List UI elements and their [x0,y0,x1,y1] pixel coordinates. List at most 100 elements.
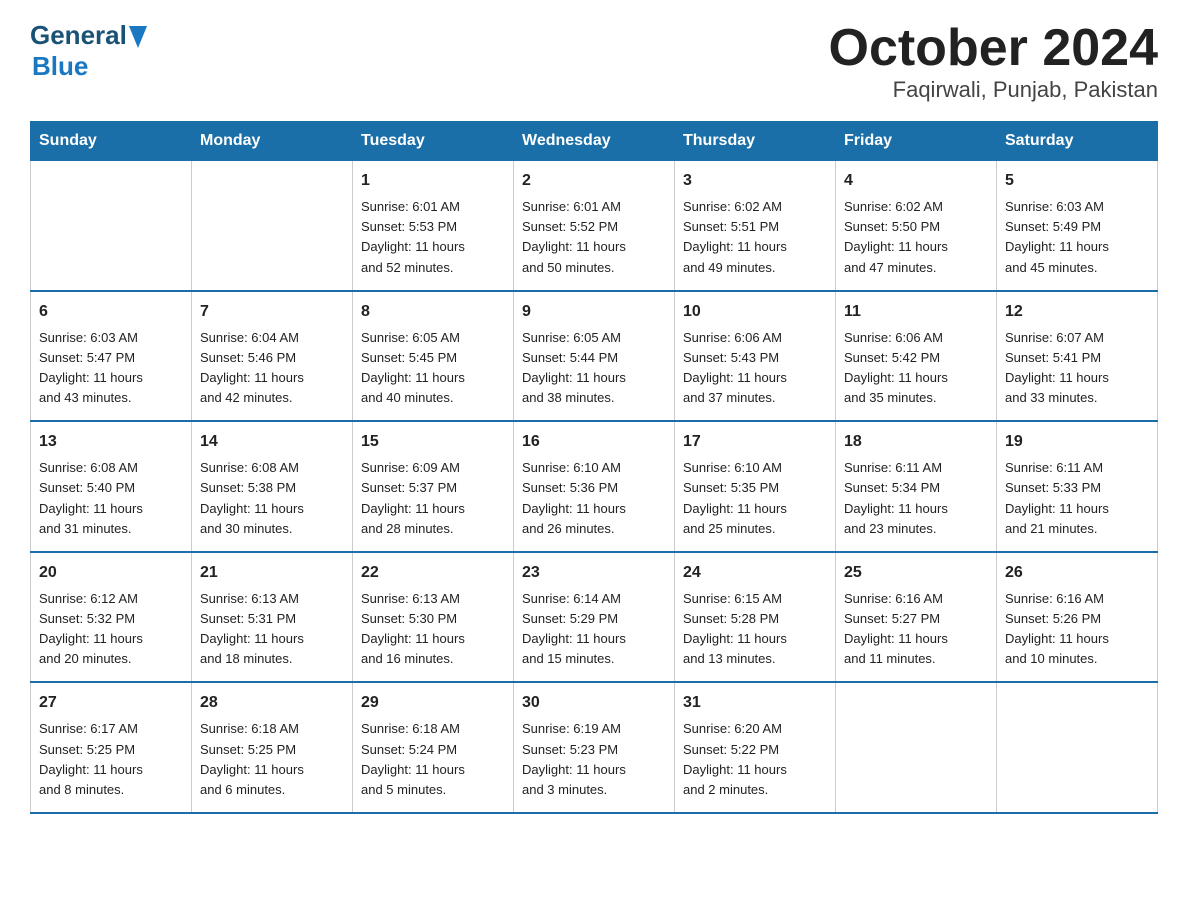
calendar-table: Sunday Monday Tuesday Wednesday Thursday… [30,121,1158,814]
day-number: 10 [683,300,827,324]
calendar-cell: 5 Sunrise: 6:03 AM Sunset: 5:49 PM Daylig… [997,161,1158,291]
day-number: 27 [39,691,183,715]
day-number: 8 [361,300,505,324]
day-number: 15 [361,430,505,454]
day-info: Sunrise: 6:01 AM Sunset: 5:53 PM Dayligh… [361,197,505,278]
day-info: Sunrise: 6:14 AM Sunset: 5:29 PM Dayligh… [522,589,666,670]
day-number: 17 [683,430,827,454]
calendar-cell: 22Sunrise: 6:13 AM Sunset: 5:30 PM Dayli… [353,552,514,683]
day-info: Sunrise: 6:16 AM Sunset: 5:27 PM Dayligh… [844,589,988,670]
day-number: 13 [39,430,183,454]
header-thursday: Thursday [675,122,836,161]
header-wednesday: Wednesday [514,122,675,161]
calendar-cell: 14Sunrise: 6:08 AM Sunset: 5:38 PM Dayli… [192,421,353,552]
calendar-cell [31,161,192,291]
day-info: Sunrise: 6:02 AM Sunset: 5:50 PM Dayligh… [844,197,988,278]
day-info: Sunrise: 6:05 AM Sunset: 5:44 PM Dayligh… [522,328,666,409]
day-info: Sunrise: 6:07 AM Sunset: 5:41 PM Dayligh… [1005,328,1149,409]
calendar-cell: 15 Sunrise: 6:09 AM Sunset: 5:37 PM Dayli… [353,421,514,552]
day-info: Sunrise: 6:13 AM Sunset: 5:31 PM Dayligh… [200,589,344,670]
calendar-title: October 2024 [829,20,1159,77]
day-number: 2 [522,169,666,193]
calendar-cell [997,682,1158,813]
calendar-cell: 25 Sunrise: 6:16 AM Sunset: 5:27 PM Dayli… [836,552,997,683]
calendar-week-row: 20 Sunrise: 6:12 AM Sunset: 5:32 PM Dayli… [31,552,1158,683]
calendar-cell: 7 Sunrise: 6:04 AM Sunset: 5:46 PM Daylig… [192,291,353,422]
day-info: Sunrise: 6:03 AM Sunset: 5:47 PM Dayligh… [39,328,183,409]
day-info: Sunrise: 6:10 AM Sunset: 5:36 PM Dayligh… [522,458,666,539]
day-number: 6 [39,300,183,324]
calendar-cell: 27 Sunrise: 6:17 AM Sunset: 5:25 PM Dayli… [31,682,192,813]
day-info: Sunrise: 6:19 AM Sunset: 5:23 PM Dayligh… [522,719,666,800]
calendar-header-row: Sunday Monday Tuesday Wednesday Thursday… [31,122,1158,161]
header-sunday: Sunday [31,122,192,161]
calendar-cell: 6 Sunrise: 6:03 AM Sunset: 5:47 PM Daylig… [31,291,192,422]
header-saturday: Saturday [997,122,1158,161]
day-number: 22 [361,561,505,585]
day-number: 4 [844,169,988,193]
calendar-cell: 21 Sunrise: 6:13 AM Sunset: 5:31 PM Dayli… [192,552,353,683]
calendar-cell: 28Sunrise: 6:18 AM Sunset: 5:25 PM Dayli… [192,682,353,813]
day-info: Sunrise: 6:17 AM Sunset: 5:25 PM Dayligh… [39,719,183,800]
header-monday: Monday [192,122,353,161]
calendar-week-row: 13 Sunrise: 6:08 AM Sunset: 5:40 PM Dayli… [31,421,1158,552]
day-number: 1 [361,169,505,193]
day-number: 30 [522,691,666,715]
calendar-cell: 1 Sunrise: 6:01 AM Sunset: 5:53 PM Daylig… [353,161,514,291]
day-number: 23 [522,561,666,585]
day-number: 9 [522,300,666,324]
calendar-week-row: 6 Sunrise: 6:03 AM Sunset: 5:47 PM Daylig… [31,291,1158,422]
day-number: 25 [844,561,988,585]
day-number: 5 [1005,169,1149,193]
calendar-cell: 24 Sunrise: 6:15 AM Sunset: 5:28 PM Dayli… [675,552,836,683]
day-info: Sunrise: 6:06 AM Sunset: 5:42 PM Dayligh… [844,328,988,409]
day-number: 21 [200,561,344,585]
day-info: Sunrise: 6:18 AM Sunset: 5:25 PM Dayligh… [200,719,344,800]
calendar-cell: 2 Sunrise: 6:01 AM Sunset: 5:52 PM Daylig… [514,161,675,291]
header-tuesday: Tuesday [353,122,514,161]
day-info: Sunrise: 6:09 AM Sunset: 5:37 PM Dayligh… [361,458,505,539]
day-info: Sunrise: 6:11 AM Sunset: 5:33 PM Dayligh… [1005,458,1149,539]
calendar-cell: 30 Sunrise: 6:19 AM Sunset: 5:23 PM Dayli… [514,682,675,813]
day-info: Sunrise: 6:18 AM Sunset: 5:24 PM Dayligh… [361,719,505,800]
day-info: Sunrise: 6:16 AM Sunset: 5:26 PM Dayligh… [1005,589,1149,670]
calendar-cell: 19 Sunrise: 6:11 AM Sunset: 5:33 PM Dayli… [997,421,1158,552]
day-number: 19 [1005,430,1149,454]
day-info: Sunrise: 6:05 AM Sunset: 5:45 PM Dayligh… [361,328,505,409]
calendar-cell: 16 Sunrise: 6:10 AM Sunset: 5:36 PM Dayli… [514,421,675,552]
day-number: 18 [844,430,988,454]
calendar-week-row: 27 Sunrise: 6:17 AM Sunset: 5:25 PM Dayli… [31,682,1158,813]
day-info: Sunrise: 6:08 AM Sunset: 5:40 PM Dayligh… [39,458,183,539]
day-info: Sunrise: 6:20 AM Sunset: 5:22 PM Dayligh… [683,719,827,800]
day-number: 20 [39,561,183,585]
day-number: 31 [683,691,827,715]
day-info: Sunrise: 6:15 AM Sunset: 5:28 PM Dayligh… [683,589,827,670]
day-number: 24 [683,561,827,585]
day-number: 11 [844,300,988,324]
calendar-cell: 3Sunrise: 6:02 AM Sunset: 5:51 PM Daylig… [675,161,836,291]
day-info: Sunrise: 6:12 AM Sunset: 5:32 PM Dayligh… [39,589,183,670]
calendar-week-row: 1 Sunrise: 6:01 AM Sunset: 5:53 PM Daylig… [31,161,1158,291]
page-header: General Blue October 2024 Faqirwali, Pun… [30,20,1158,103]
calendar-cell: 18 Sunrise: 6:11 AM Sunset: 5:34 PM Dayli… [836,421,997,552]
day-info: Sunrise: 6:11 AM Sunset: 5:34 PM Dayligh… [844,458,988,539]
calendar-cell: 26Sunrise: 6:16 AM Sunset: 5:26 PM Dayli… [997,552,1158,683]
calendar-cell: 17 Sunrise: 6:10 AM Sunset: 5:35 PM Dayli… [675,421,836,552]
logo-general-text: General [30,20,127,51]
day-info: Sunrise: 6:10 AM Sunset: 5:35 PM Dayligh… [683,458,827,539]
day-number: 16 [522,430,666,454]
day-info: Sunrise: 6:02 AM Sunset: 5:51 PM Dayligh… [683,197,827,278]
calendar-cell: 4 Sunrise: 6:02 AM Sunset: 5:50 PM Daylig… [836,161,997,291]
day-number: 12 [1005,300,1149,324]
logo-arrow-icon [129,26,147,48]
day-info: Sunrise: 6:06 AM Sunset: 5:43 PM Dayligh… [683,328,827,409]
day-info: Sunrise: 6:08 AM Sunset: 5:38 PM Dayligh… [200,458,344,539]
day-info: Sunrise: 6:04 AM Sunset: 5:46 PM Dayligh… [200,328,344,409]
day-number: 29 [361,691,505,715]
calendar-cell: 8 Sunrise: 6:05 AM Sunset: 5:45 PM Daylig… [353,291,514,422]
title-block: October 2024 Faqirwali, Punjab, Pakistan [829,20,1159,103]
day-info: Sunrise: 6:03 AM Sunset: 5:49 PM Dayligh… [1005,197,1149,278]
day-number: 7 [200,300,344,324]
calendar-cell: 11 Sunrise: 6:06 AM Sunset: 5:42 PM Dayli… [836,291,997,422]
day-info: Sunrise: 6:01 AM Sunset: 5:52 PM Dayligh… [522,197,666,278]
